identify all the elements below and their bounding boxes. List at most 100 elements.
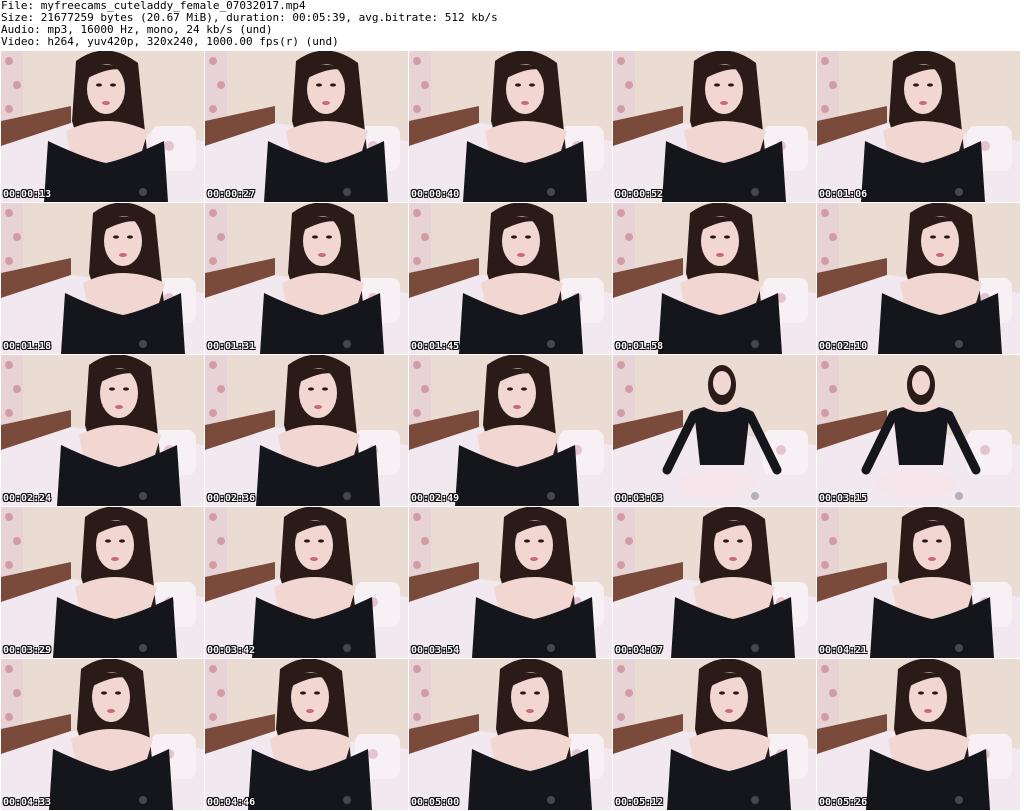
watermark-logo — [547, 492, 557, 500]
frame-image — [613, 507, 816, 658]
frame-timestamp: 00:03:29 — [3, 645, 52, 656]
frame-image — [817, 355, 1020, 506]
watermark-logo — [139, 340, 149, 348]
video-frame-thumbnail: 00:00:40 — [409, 51, 612, 202]
video-frame-thumbnail: 00:02:36 — [205, 355, 408, 506]
frame-image — [409, 507, 612, 658]
video-frame-thumbnail: 00:02:49 — [409, 355, 612, 506]
video-frame-thumbnail: 00:01:58 — [613, 203, 816, 354]
frame-image — [409, 51, 612, 202]
watermark-icon — [547, 188, 555, 196]
frame-image — [1, 51, 204, 202]
video-frame-thumbnail: 00:05:12 — [613, 659, 816, 810]
frame-image — [1, 203, 204, 354]
frame-image — [205, 355, 408, 506]
watermark-icon — [751, 492, 759, 500]
video-frame-thumbnail: 00:00:13 — [1, 51, 204, 202]
watermark-icon — [139, 188, 147, 196]
frame-image — [613, 51, 816, 202]
watermark-icon — [751, 340, 759, 348]
frame-image — [409, 355, 612, 506]
frame-image — [1, 507, 204, 658]
frame-image — [409, 203, 612, 354]
watermark-logo — [139, 492, 149, 500]
frame-timestamp: 00:04:33 — [3, 797, 52, 808]
video-frame-thumbnail: 00:03:42 — [205, 507, 408, 658]
watermark-icon — [343, 796, 351, 804]
watermark-icon — [955, 340, 963, 348]
watermark-logo — [139, 644, 149, 652]
video-frame-thumbnail: 00:04:07 — [613, 507, 816, 658]
frame-image — [205, 659, 408, 810]
contact-sheet: File: myfreecams_cuteladdy_female_070320… — [0, 0, 1024, 811]
watermark-logo — [955, 492, 965, 500]
watermark-icon — [139, 644, 147, 652]
watermark-logo — [343, 340, 353, 348]
frame-timestamp: 00:03:03 — [615, 493, 664, 504]
frame-timestamp: 00:01:06 — [819, 189, 868, 200]
frame-timestamp: 00:05:00 — [411, 797, 460, 808]
frame-timestamp: 00:03:15 — [819, 493, 868, 504]
video-frame-thumbnail: 00:00:27 — [205, 51, 408, 202]
video-frame-thumbnail: 00:03:03 — [613, 355, 816, 506]
frame-timestamp: 00:02:10 — [819, 341, 868, 352]
frame-image — [205, 51, 408, 202]
video-frame-thumbnail: 00:01:31 — [205, 203, 408, 354]
watermark-logo — [547, 188, 557, 196]
frame-image — [817, 507, 1020, 658]
frame-timestamp: 00:02:49 — [411, 493, 460, 504]
frame-timestamp: 00:01:18 — [3, 341, 52, 352]
frame-timestamp: 00:01:45 — [411, 341, 460, 352]
watermark-logo — [751, 796, 761, 804]
frame-timestamp: 00:03:42 — [207, 645, 256, 656]
frame-timestamp: 00:02:24 — [3, 493, 52, 504]
video-frame-thumbnail: 00:04:46 — [205, 659, 408, 810]
frame-timestamp: 00:04:21 — [819, 645, 868, 656]
watermark-icon — [139, 796, 147, 804]
video-frame-thumbnail: 00:03:15 — [817, 355, 1020, 506]
watermark-icon — [343, 188, 351, 196]
watermark-logo — [343, 644, 353, 652]
watermark-icon — [751, 644, 759, 652]
video-frame-thumbnail: 00:01:18 — [1, 203, 204, 354]
frame-timestamp: 00:00:40 — [411, 189, 460, 200]
watermark-icon — [343, 644, 351, 652]
frame-timestamp: 00:00:52 — [615, 189, 664, 200]
watermark-logo — [955, 340, 965, 348]
frame-timestamp: 00:00:13 — [3, 189, 52, 200]
watermark-logo — [955, 796, 965, 804]
video-frame-thumbnail: 00:02:24 — [1, 355, 204, 506]
watermark-logo — [139, 796, 149, 804]
watermark-icon — [547, 796, 555, 804]
watermark-icon — [343, 492, 351, 500]
watermark-logo — [955, 644, 965, 652]
frame-image — [205, 507, 408, 658]
watermark-logo — [547, 644, 557, 652]
watermark-logo — [343, 492, 353, 500]
frame-image — [613, 203, 816, 354]
frame-image — [1, 659, 204, 810]
watermark-logo — [955, 188, 965, 196]
frame-image — [817, 659, 1020, 810]
watermark-icon — [343, 340, 351, 348]
frame-image — [409, 659, 612, 810]
frame-timestamp: 00:05:26 — [819, 797, 868, 808]
watermark-icon — [547, 492, 555, 500]
watermark-icon — [139, 340, 147, 348]
frame-timestamp: 00:00:27 — [207, 189, 256, 200]
watermark-logo — [547, 340, 557, 348]
watermark-icon — [955, 644, 963, 652]
frame-timestamp: 00:02:36 — [207, 493, 256, 504]
watermark-icon — [547, 340, 555, 348]
frame-image — [817, 51, 1020, 202]
watermark-logo — [547, 796, 557, 804]
watermark-logo — [139, 188, 149, 196]
watermark-logo — [751, 492, 761, 500]
watermark-logo — [751, 188, 761, 196]
video-frame-thumbnail: 00:04:33 — [1, 659, 204, 810]
watermark-icon — [547, 644, 555, 652]
frame-timestamp: 00:01:58 — [615, 341, 664, 352]
video-frame-thumbnail: 00:03:29 — [1, 507, 204, 658]
watermark-icon — [751, 796, 759, 804]
video-frame-thumbnail: 00:02:10 — [817, 203, 1020, 354]
